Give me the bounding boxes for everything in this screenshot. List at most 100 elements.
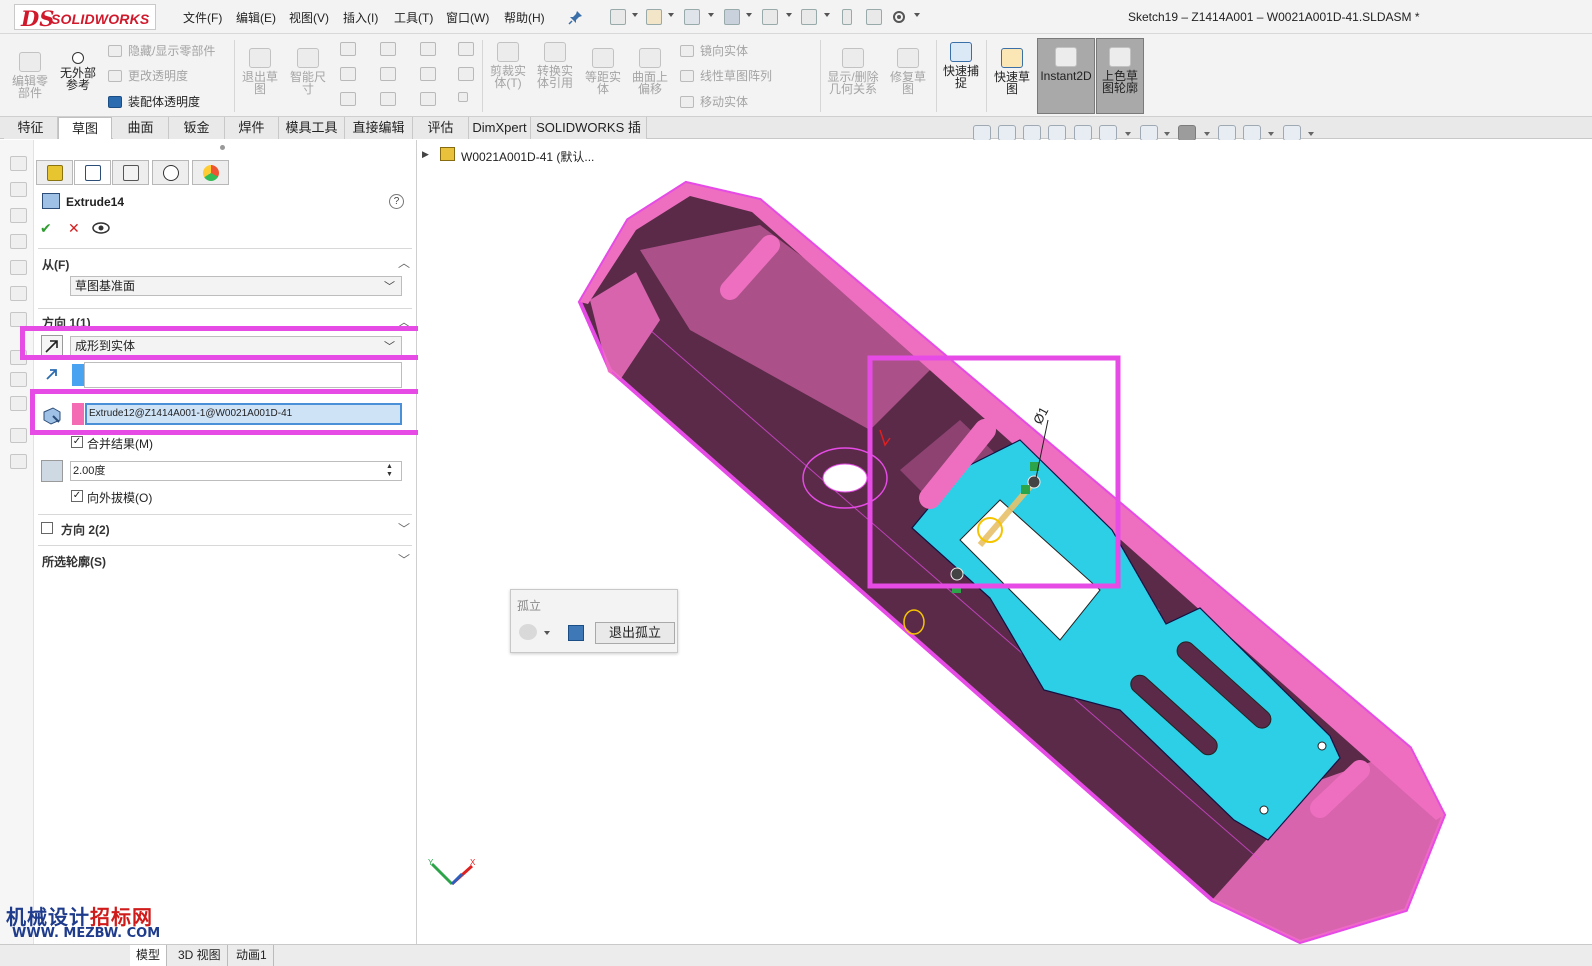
tab-dimxpert[interactable]: DimXpert bbox=[469, 117, 531, 139]
strip-tool-icon[interactable] bbox=[10, 156, 27, 171]
move-entities-button[interactable]: 移动实体 bbox=[680, 93, 748, 110]
open-dropdown-icon[interactable] bbox=[668, 13, 674, 17]
tab-property-manager[interactable] bbox=[74, 160, 111, 185]
open-folder-icon[interactable] bbox=[646, 9, 662, 25]
strip-tool-icon[interactable] bbox=[10, 454, 27, 469]
tab-sheet-metal[interactable]: 钣金 bbox=[169, 117, 225, 139]
view-settings-monitor-icon[interactable] bbox=[1283, 125, 1301, 141]
strip-tool-icon[interactable] bbox=[10, 396, 27, 411]
tab-3d-view[interactable]: 3D 视图 bbox=[172, 945, 228, 966]
quick-snaps-button[interactable]: 快速捕 捉 bbox=[939, 42, 983, 89]
offset-entities-button[interactable]: 等距实 体 bbox=[581, 48, 625, 95]
smart-dimension-button[interactable]: 智能尺 寸 bbox=[286, 48, 330, 95]
previous-view-icon[interactable] bbox=[1023, 125, 1041, 141]
strip-tool-icon[interactable] bbox=[10, 372, 27, 387]
fillet-tool-icon[interactable] bbox=[420, 92, 436, 106]
preview-eye-icon[interactable] bbox=[92, 222, 110, 234]
options-dropdown-icon[interactable] bbox=[914, 13, 920, 17]
apply-scene-icon[interactable] bbox=[1243, 125, 1261, 141]
offset-on-surface-button[interactable]: 曲面上 偏移 bbox=[628, 48, 672, 95]
line-tool-icon[interactable] bbox=[340, 42, 356, 56]
menu-file[interactable]: 文件(F) bbox=[183, 9, 222, 26]
tab-features[interactable]: 特征 bbox=[4, 117, 58, 139]
hide-show-items-icon[interactable] bbox=[1178, 125, 1196, 141]
direction-reference-field[interactable] bbox=[84, 362, 402, 388]
strip-tool-icon[interactable] bbox=[10, 208, 27, 223]
help-icon[interactable]: ? bbox=[389, 194, 404, 209]
hide-show-dropdown-icon[interactable] bbox=[1204, 132, 1210, 136]
dynamic-annotation-icon[interactable] bbox=[1074, 125, 1092, 141]
spline-tool-icon[interactable] bbox=[420, 42, 436, 56]
print-dropdown-icon[interactable] bbox=[746, 13, 752, 17]
change-transparency-button[interactable]: 更改透明度 bbox=[108, 67, 188, 84]
draft-toggle-icon[interactable] bbox=[41, 460, 63, 482]
graphics-area[interactable]: ▶ W0021A001D-41 (默认... Ø1 Y X bbox=[418, 140, 1592, 944]
new-document-icon[interactable] bbox=[610, 9, 626, 25]
trim-entities-button[interactable]: 剪裁实 体(T) bbox=[486, 42, 530, 89]
mirror-entities-button[interactable]: 镜向实体 bbox=[680, 42, 748, 59]
tab-motion-study[interactable]: 动画1 bbox=[230, 945, 274, 966]
polygon-tool-icon[interactable] bbox=[380, 92, 396, 106]
draft-angle-input[interactable]: 2.00度 bbox=[70, 461, 402, 481]
view-settings-dropdown-icon[interactable] bbox=[1308, 132, 1314, 136]
strip-tool-icon[interactable] bbox=[10, 312, 27, 327]
chevron-up-icon[interactable]: ︿ bbox=[398, 254, 410, 271]
slot-tool-icon[interactable] bbox=[340, 92, 356, 106]
select-dropdown-icon[interactable] bbox=[824, 13, 830, 17]
tab-direct-editing[interactable]: 直接编辑 bbox=[345, 117, 413, 139]
ok-checkmark-icon[interactable]: ✔ bbox=[40, 220, 52, 237]
draft-outward-checkbox[interactable]: ✓ bbox=[71, 490, 83, 502]
assembly-transparency-button[interactable]: 装配体透明度 bbox=[108, 93, 200, 110]
edit-part-button[interactable]: 编辑零 部件 bbox=[8, 52, 52, 99]
strip-tool-icon[interactable] bbox=[10, 260, 27, 275]
panel-splitter-handle[interactable] bbox=[220, 145, 225, 150]
point-tool-icon[interactable] bbox=[458, 92, 468, 102]
new-dropdown-icon[interactable] bbox=[632, 13, 638, 17]
tab-surfaces[interactable]: 曲面 bbox=[113, 117, 169, 139]
repair-sketch-button[interactable]: 修复草 图 bbox=[886, 48, 930, 95]
tab-model[interactable]: 模型 bbox=[130, 945, 168, 966]
isolate-display-icon[interactable] bbox=[519, 624, 537, 640]
isolate-dropdown-icon[interactable] bbox=[544, 631, 550, 635]
view-orientation-icon[interactable] bbox=[1099, 125, 1117, 141]
linear-pattern-button[interactable]: 线性草图阵列 bbox=[680, 67, 772, 84]
menu-view[interactable]: 视图(V) bbox=[289, 9, 329, 26]
tab-evaluate[interactable]: 评估 bbox=[413, 117, 469, 139]
menu-help[interactable]: 帮助(H) bbox=[504, 9, 545, 26]
strip-tool-icon[interactable] bbox=[10, 286, 27, 301]
save-dropdown-icon[interactable] bbox=[708, 13, 714, 17]
select-arrow-icon[interactable] bbox=[801, 9, 817, 25]
display-style-icon[interactable] bbox=[1140, 125, 1158, 141]
display-style-dropdown-icon[interactable] bbox=[1164, 132, 1170, 136]
exit-sketch-button[interactable]: 退出草 图 bbox=[238, 48, 282, 95]
shaded-sketch-contours-button[interactable]: 上色草 图轮廓 bbox=[1096, 38, 1144, 114]
tab-configuration-manager[interactable] bbox=[112, 160, 149, 185]
pin-icon[interactable] bbox=[568, 9, 584, 25]
rectangle-tool-icon[interactable] bbox=[340, 67, 356, 81]
save-isolate-icon[interactable] bbox=[568, 625, 584, 641]
tab-mold-tools[interactable]: 模具工具 bbox=[279, 117, 345, 139]
circle-tool-icon[interactable] bbox=[380, 42, 396, 56]
point-grid-icon[interactable] bbox=[458, 42, 474, 56]
direction2-checkbox[interactable] bbox=[41, 522, 53, 534]
convert-entities-button[interactable]: 转换实 体引用 bbox=[533, 42, 577, 89]
print-icon[interactable] bbox=[724, 9, 740, 25]
strip-tool-icon[interactable] bbox=[10, 182, 27, 197]
direction2-section-header[interactable]: 方向 2(2) bbox=[61, 521, 110, 538]
view-orientation-dropdown-icon[interactable] bbox=[1125, 132, 1131, 136]
rebuild-icon[interactable] bbox=[842, 9, 852, 25]
zoom-to-fit-icon[interactable] bbox=[973, 125, 991, 141]
display-delete-relations-button[interactable]: 显示/删除 几何关系 bbox=[824, 48, 882, 95]
menu-window[interactable]: 窗口(W) bbox=[446, 9, 489, 26]
options-gear-icon[interactable] bbox=[891, 9, 907, 25]
undo-icon[interactable] bbox=[762, 9, 778, 25]
tab-sketch[interactable]: 草图 bbox=[58, 117, 112, 139]
merge-result-checkbox[interactable]: ✓ bbox=[71, 436, 83, 448]
menu-insert[interactable]: 插入(I) bbox=[343, 9, 378, 26]
tab-feature-manager[interactable] bbox=[36, 160, 73, 185]
scene-dropdown-icon[interactable] bbox=[1268, 132, 1274, 136]
ellipse-tool-icon[interactable] bbox=[420, 67, 436, 81]
file-properties-icon[interactable] bbox=[866, 9, 882, 25]
selected-contours-header[interactable]: 所选轮廓(S) bbox=[42, 553, 106, 570]
save-icon[interactable] bbox=[684, 9, 700, 25]
